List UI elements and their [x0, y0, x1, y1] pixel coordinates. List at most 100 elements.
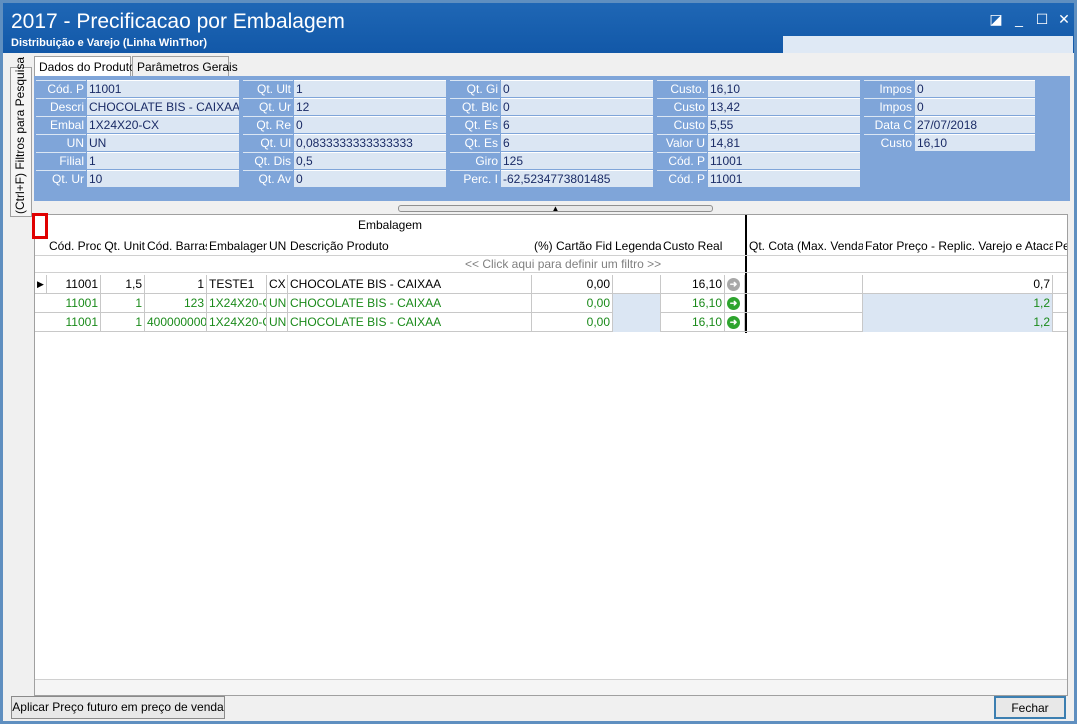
info-value: 0 — [294, 116, 446, 133]
title-bar[interactable]: 2017 - Precificacao por Embalagem Distri… — [3, 3, 1074, 53]
cell-cota — [747, 313, 863, 332]
info-value: 6 — [501, 134, 653, 151]
horizontal-scrollbar[interactable] — [35, 679, 1067, 695]
info-label: Qt. Es — [450, 116, 500, 133]
search-filters-sidetab[interactable]: (Ctrl+F) Filtros para Pesquisa — [10, 57, 32, 217]
info-label: Qt. Ur — [243, 98, 293, 115]
cell-cartao: 0,00 — [532, 313, 613, 332]
row-action-cell[interactable]: ➜ — [725, 313, 745, 332]
info-label: Impos — [864, 80, 914, 97]
info-label: Qt. Gi — [450, 80, 500, 97]
column-header[interactable]: (%) Cartão Fid. — [532, 235, 613, 257]
green-arrow-icon[interactable]: ➜ — [727, 316, 740, 330]
table-row[interactable]: 11001 1 123 1X24X20-C UN CHOCOLATE BIS - CAIX… — [35, 294, 1067, 313]
info-value: 0 — [915, 98, 1035, 115]
cell-fator: 1,2 — [863, 294, 1053, 313]
cell-custo: 16,10 — [661, 275, 725, 294]
column-header[interactable]: Cód. Barras — [145, 235, 207, 257]
column-header[interactable]: Qt. Unit — [101, 235, 145, 257]
cell-legenda — [613, 294, 661, 313]
info-value: 13,42 — [708, 98, 860, 115]
column-header[interactable]: Legenda — [613, 235, 661, 257]
cell-barras: 4000000001 — [145, 313, 207, 332]
column-header[interactable]: Custo Real — [661, 235, 725, 257]
info-label: Cód. P — [657, 170, 707, 187]
info-label: Giro — [450, 152, 500, 169]
column-header[interactable]: Pe — [1053, 235, 1067, 257]
cell-emb: TESTE1 — [207, 275, 267, 294]
info-label: Qt. Re — [243, 116, 293, 133]
info-value: 0 — [915, 80, 1035, 97]
info-label: Qt. Dis — [243, 152, 293, 169]
info-value: CHOCOLATE BIS - CAIXAA — [87, 98, 239, 115]
row-action-cell[interactable]: ➜ — [725, 294, 745, 313]
info-label: Custo. — [657, 80, 707, 97]
info-label: Valor U — [657, 134, 707, 151]
info-label: Qt. Ult — [243, 80, 293, 97]
column-header[interactable]: Qt. Cota (Max. Venda) — [747, 235, 863, 257]
info-value: 0 — [501, 80, 653, 97]
cell-cod: 11001 — [47, 275, 101, 294]
info-value: 0,0833333333333333 — [294, 134, 446, 151]
info-value: 6 — [501, 116, 653, 133]
info-label: UN — [36, 134, 86, 151]
filter-hint[interactable]: << Click aqui para definir um filtro >> — [465, 257, 661, 271]
green-arrow-icon[interactable]: ➜ — [727, 297, 740, 311]
column-header[interactable]: Fator Preço - Replic. Varejo e Atacado — [863, 235, 1053, 257]
info-value: 16,10 — [708, 80, 860, 97]
table-row[interactable]: ▶ 11001 1,5 1 TESTE1 CX CHOCOLATE BIS - CAIXAA… — [35, 275, 1067, 294]
close-icon[interactable]: ✕ — [1056, 11, 1072, 27]
sidetab-label: (Ctrl+F) Filtros para Pesquisa — [13, 56, 27, 214]
info-value: 0 — [294, 170, 446, 187]
close-button[interactable]: Fechar — [994, 696, 1066, 719]
cell-un: UN — [267, 313, 288, 332]
cell-desc: CHOCOLATE BIS - CAIXAA — [288, 294, 532, 313]
restore-icon[interactable]: ◪ — [988, 11, 1004, 27]
cell-legenda — [613, 313, 661, 332]
cell-fator: 0,7 — [863, 275, 1053, 294]
apply-future-price-button[interactable]: Aplicar Preço futuro em preço de venda — [11, 696, 225, 719]
info-value: 10 — [87, 170, 239, 187]
table-row[interactable]: 11001140000000011X24X20-CUNCHOCOLATE BIS… — [35, 313, 1067, 332]
info-label: Data C — [864, 116, 914, 133]
column-header[interactable]: Descrição Produto — [288, 235, 532, 257]
column-chooser-highlight[interactable] — [32, 213, 48, 239]
tab-parametros-gerais[interactable]: Parâmetros Gerais — [132, 56, 238, 76]
minimize-icon[interactable]: _ — [1011, 11, 1027, 27]
info-value: 5,55 — [708, 116, 860, 133]
info-value: 11001 — [87, 80, 239, 97]
window-subtitle: Distribuição e Varejo (Linha WinThor) — [11, 37, 208, 49]
cell-un: UN — [267, 294, 288, 313]
cell-qt: 1,5 — [101, 275, 145, 294]
maximize-icon[interactable]: ☐ — [1034, 11, 1050, 27]
info-label: Qt. Blc — [450, 98, 500, 115]
column-header[interactable]: Embalagem — [207, 235, 267, 257]
filter-row[interactable]: << Click aqui para definir um filtro >> — [35, 255, 1067, 273]
info-value: -62,5234773801485 — [501, 170, 653, 187]
cell-legenda — [613, 275, 661, 294]
info-value: 1X24X20-CX — [87, 116, 239, 133]
info-label: Embal — [36, 116, 86, 133]
main-window: 2017 - Precificacao por Embalagem Distri… — [0, 0, 1077, 724]
panel-splitter[interactable]: ▲ — [398, 205, 713, 213]
column-header[interactable] — [725, 235, 745, 257]
info-label: Custo — [657, 98, 707, 115]
cell-emb: 1X24X20-C — [207, 294, 267, 313]
info-value: 1 — [294, 80, 446, 97]
row-indicator-icon: ▶ — [35, 275, 47, 294]
column-header[interactable]: Cód. Prod — [47, 235, 101, 257]
cell-desc: CHOCOLATE BIS - CAIXAA — [288, 275, 532, 294]
info-value: 12 — [294, 98, 446, 115]
tab-dados-produto[interactable]: Dados do Produto — [34, 56, 136, 76]
cell-custo: 16,10 — [661, 313, 725, 332]
info-label: Qt. Ur — [36, 170, 86, 187]
cell-cod: 11001 — [47, 294, 101, 313]
info-label: Custo — [864, 134, 914, 151]
info-value: 1 — [87, 152, 239, 169]
row-action-cell[interactable]: ➜ — [725, 275, 745, 294]
column-header[interactable]: UN — [267, 235, 288, 257]
gray-arrow-icon[interactable]: ➜ — [727, 278, 740, 292]
cell-cota — [747, 275, 863, 294]
band-header-embalagem: Embalagem — [357, 218, 423, 232]
cell-desc: CHOCOLATE BIS - CAIXAA — [288, 313, 532, 332]
